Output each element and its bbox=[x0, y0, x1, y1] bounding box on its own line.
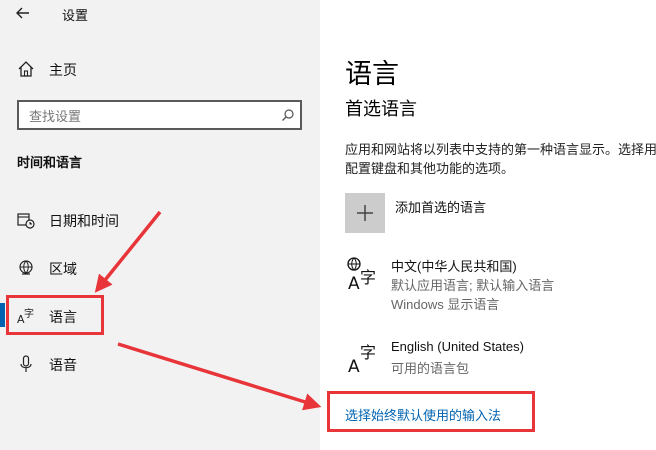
arrow-left-icon bbox=[16, 7, 29, 19]
language-globe-icon: A 字 bbox=[347, 257, 376, 292]
language-name: English (United States) bbox=[391, 339, 524, 354]
annotation-box-input-method bbox=[327, 391, 535, 432]
annotation-box-language bbox=[6, 295, 104, 335]
plus-icon bbox=[357, 205, 373, 221]
microphone-icon bbox=[20, 355, 32, 372]
calendar-clock-icon bbox=[17, 213, 35, 229]
sidebar-item-label: 区域 bbox=[49, 261, 77, 277]
language-item-english[interactable]: A 字 English (United States) 可用的语言包 bbox=[345, 339, 656, 379]
language-name: 中文(中华人民共和国) bbox=[391, 259, 517, 274]
svg-text:字: 字 bbox=[360, 268, 376, 287]
sidebar-item-speech[interactable]: 语音 bbox=[0, 345, 320, 383]
sidebar-item-home[interactable]: 主页 bbox=[0, 50, 320, 88]
add-language-button[interactable]: 添加首选的语言 bbox=[345, 193, 656, 237]
svg-text:A: A bbox=[348, 357, 360, 375]
language-detail: 默认应用语言; 默认输入语言 bbox=[391, 278, 555, 293]
title-bar: 设置 bbox=[0, 0, 320, 26]
window-title: 设置 bbox=[62, 8, 89, 23]
section-heading: 时间和语言 bbox=[17, 155, 83, 170]
sidebar-item-label: 日期和时间 bbox=[49, 213, 119, 229]
search-icon[interactable] bbox=[281, 108, 295, 122]
language-settings-page: 语言 首选语言 应用和网站将以列表中支持的第一种语言显示。选择用于配置键盘和其他… bbox=[320, 0, 656, 450]
sidebar-item-date-time[interactable]: 日期和时间 bbox=[0, 201, 320, 239]
back-button[interactable] bbox=[12, 2, 34, 24]
globe-region-icon bbox=[19, 260, 33, 275]
page-title: 语言 bbox=[345, 59, 399, 89]
search-input[interactable] bbox=[27, 106, 271, 126]
sidebar-item-label: 语音 bbox=[49, 357, 77, 373]
language-item-chinese[interactable]: A 字 中文(中华人民共和国) 默认应用语言; 默认输入语言 Windows 显… bbox=[345, 256, 656, 314]
add-language-label: 添加首选的语言 bbox=[395, 200, 487, 215]
svg-text:A: A bbox=[348, 274, 360, 292]
language-detail: Windows 显示语言 bbox=[391, 297, 500, 312]
sidebar-item-region[interactable]: 区域 bbox=[0, 249, 320, 287]
search-box[interactable] bbox=[17, 100, 302, 130]
svg-text:字: 字 bbox=[360, 343, 376, 362]
settings-sidebar: 设置 主页 时间和语言 日期和时间 区域 bbox=[0, 0, 320, 450]
preferred-languages-heading: 首选语言 bbox=[345, 99, 417, 119]
language-detail: 可用的语言包 bbox=[391, 361, 470, 376]
sidebar-item-home-label: 主页 bbox=[49, 62, 77, 78]
add-language-tile[interactable] bbox=[345, 193, 385, 233]
description-text: 应用和网站将以列表中支持的第一种语言显示。选择用于配置键盘和其他功能的选项。 bbox=[345, 142, 656, 176]
language-icon: A 字 bbox=[348, 343, 376, 375]
home-icon bbox=[18, 61, 34, 77]
